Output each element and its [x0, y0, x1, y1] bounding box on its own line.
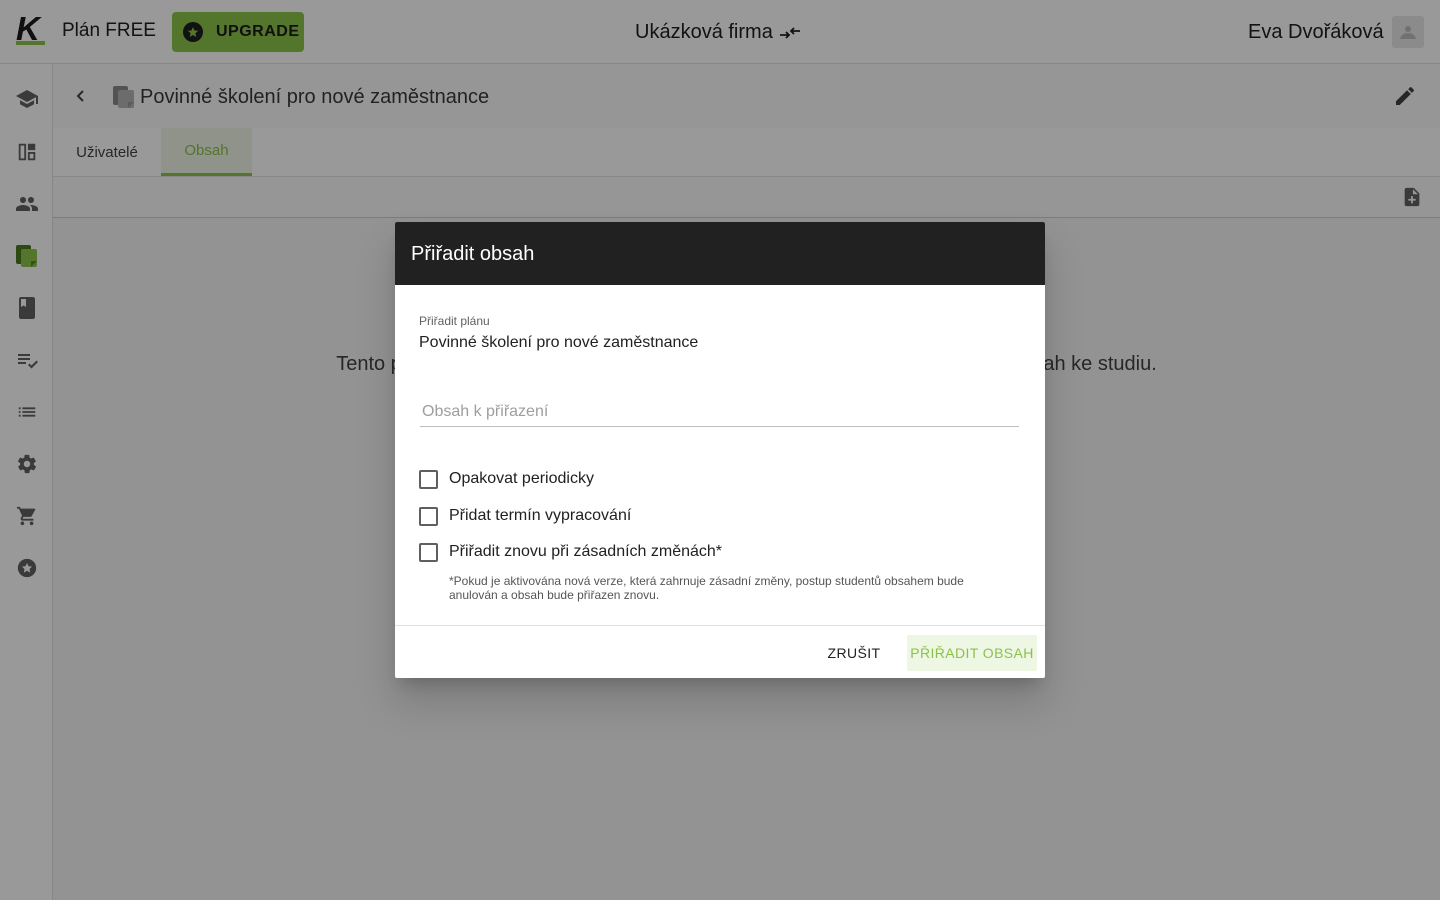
add-deadline-checkbox[interactable]: Přidat termín vypracování — [419, 505, 631, 527]
content-search-input[interactable] — [420, 398, 1019, 427]
checkbox-box[interactable] — [419, 506, 438, 526]
dialog-title: Přiřadit obsah — [411, 243, 535, 265]
plan-field-value: Povinné školení pro nové zaměstnance — [419, 334, 699, 351]
checkbox-label: Přiřadit znovu při zásadních změnách* — [449, 543, 723, 560]
assign-content-button[interactable]: PŘIŘADIT OBSAH — [907, 635, 1037, 671]
reassign-on-major-changes-checkbox[interactable]: Přiřadit znovu při zásadních změnách* — [419, 541, 722, 563]
plan-field-label: Přiřadit plánu — [419, 314, 490, 328]
checkbox-box[interactable] — [419, 542, 438, 562]
checkbox-label: Opakovat periodicky — [449, 470, 594, 487]
dialog-header: Přiřadit obsah — [395, 222, 1045, 285]
checkbox-label: Přidat termín vypracování — [449, 507, 632, 524]
assign-content-dialog: Přiřadit obsah Přiřadit plánu Povinné šk… — [395, 222, 1045, 678]
repeat-periodically-checkbox[interactable]: Opakovat periodicky — [419, 468, 594, 490]
checkbox-box[interactable] — [419, 469, 438, 489]
dialog-divider — [395, 625, 1045, 626]
reassign-hint: *Pokud je aktivována nová verze, která z… — [449, 574, 964, 602]
cancel-button[interactable]: ZRUŠIT — [819, 635, 889, 671]
